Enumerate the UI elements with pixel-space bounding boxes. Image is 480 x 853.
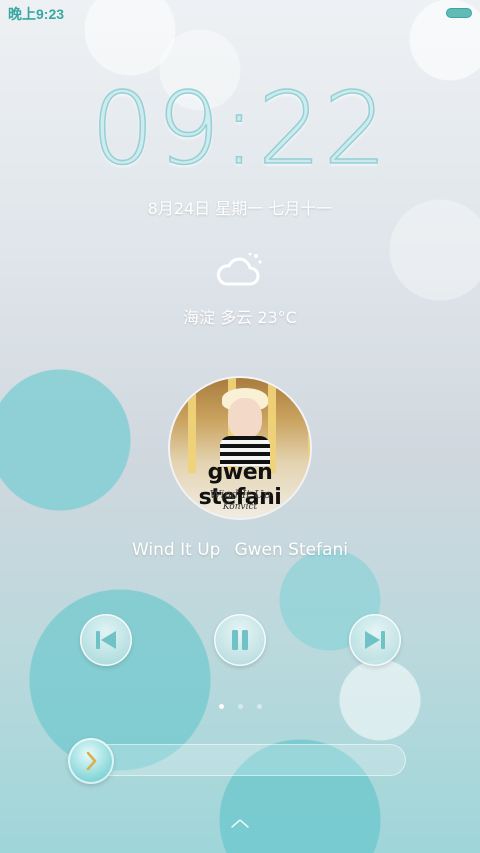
page-dot-3 (256, 704, 262, 709)
album-art-face (228, 398, 262, 438)
weather-text: 海淀 多云 23°C (183, 308, 297, 327)
song-title: Wind It Up (132, 540, 221, 560)
pause-icon (232, 630, 248, 650)
battery-icon (446, 8, 472, 18)
artist-name: Gwen Stefani (234, 540, 348, 560)
status-time: 晚上9:23 (8, 6, 65, 22)
unlock-slider-track[interactable] (72, 744, 406, 776)
album-art[interactable]: gwen stefani Wind It Up Konvict (170, 378, 310, 518)
status-bar: 晚上9:23 (0, 0, 480, 26)
unlock-slider-knob[interactable] (68, 738, 114, 784)
next-button[interactable] (349, 614, 401, 666)
cloud-sun-icon (216, 250, 264, 290)
skip-next-icon (365, 631, 385, 649)
chevron-right-icon (86, 751, 97, 771)
track-info: Wind It Up Gwen Stefani (0, 540, 480, 560)
album-script-text: Wind It Up (209, 488, 271, 501)
page-dot-1 (218, 704, 224, 709)
album-sub-text: Konvict (222, 502, 258, 512)
page-dot-2 (237, 704, 243, 709)
skip-previous-icon (96, 631, 116, 649)
pause-button[interactable] (214, 614, 266, 666)
page-indicator (0, 694, 480, 709)
lock-clock: 09:22 (90, 69, 390, 188)
chevron-up-icon[interactable] (228, 816, 252, 830)
lock-date: 8月24日 星期一 七月十一 (147, 199, 333, 218)
previous-button[interactable] (80, 614, 132, 666)
lock-screen: 晚上9:23 09:22 8月24日 星期一 七月十一 海淀 多云 23°C g… (0, 0, 480, 853)
